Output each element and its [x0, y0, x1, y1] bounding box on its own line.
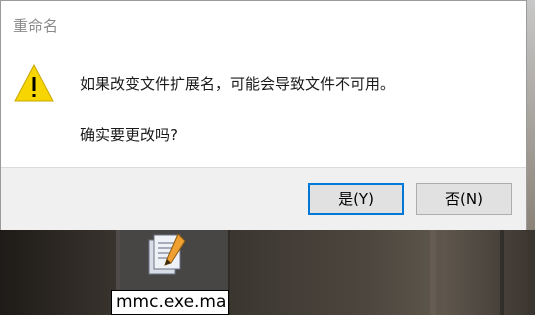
yes-button[interactable]: 是(Y) [308, 183, 404, 215]
dialog-button-bar: 是(Y) 否(N) [1, 167, 526, 230]
document-with-pen-icon[interactable] [145, 230, 191, 280]
wallpaper-edge [527, 0, 535, 230]
warning-icon [14, 63, 54, 102]
dialog-titlebar[interactable]: 重命名 [1, 1, 526, 47]
dialog-question: 确实要更改吗? [80, 126, 178, 144]
wallpaper-detail [430, 228, 436, 315]
dialog-message: 如果改变文件扩展名，可能会导致文件不可用。 [80, 75, 396, 93]
file-name-edit-field[interactable]: mmc.exe.ma [111, 290, 229, 315]
desktop-wallpaper-left [0, 228, 120, 315]
rename-confirm-dialog: 重命名 如果改变文件扩展名，可能会导致文件不可用。 确实要更改吗? 是(Y) 否… [0, 0, 527, 230]
dialog-title: 重命名 [13, 17, 59, 35]
no-button[interactable]: 否(N) [416, 183, 512, 215]
desktop-background: mmc.exe.ma 重命名 如果改变文件扩展名，可能会导致文件不可用。 确实要… [0, 0, 535, 315]
desktop-wallpaper-right [230, 228, 535, 315]
wallpaper-detail [500, 228, 504, 315]
